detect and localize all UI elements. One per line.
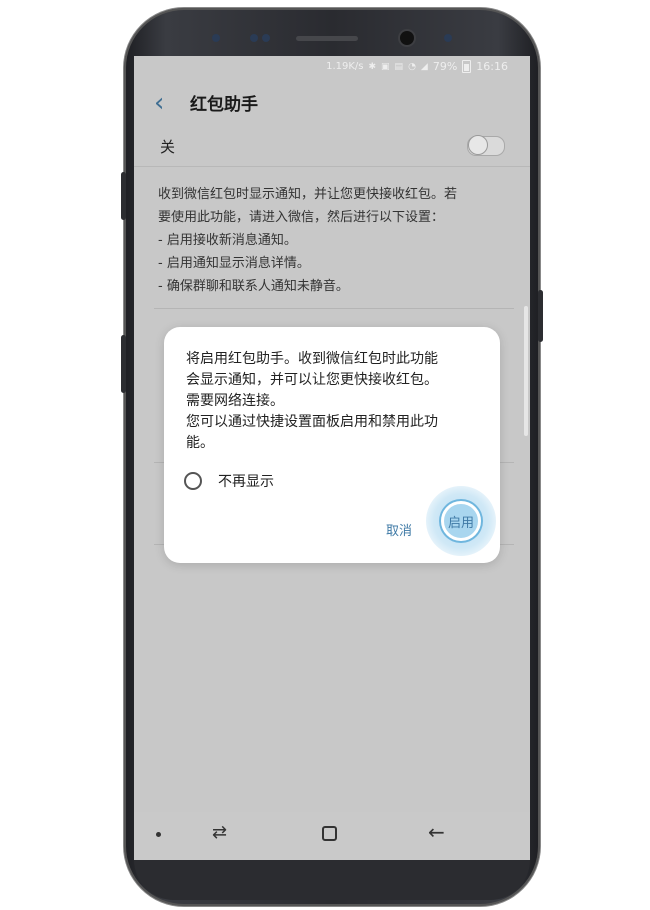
dont-show-again-label: 不再显示 — [218, 474, 274, 490]
dot-icon[interactable] — [156, 832, 161, 837]
power-button — [538, 290, 543, 342]
wifi-icon: ◔ — [408, 61, 416, 72]
radio-button[interactable] — [184, 472, 202, 490]
earpiece-speaker — [296, 36, 358, 41]
sensor-icon — [212, 34, 220, 42]
enable-button-label: 启用 — [447, 515, 474, 531]
sensor-icon — [262, 34, 270, 42]
sensor-icon — [250, 34, 258, 42]
home-icon[interactable] — [322, 826, 337, 841]
status-bar: 1.19K/s ✱ ▣ ▤ ◔ ◢ 79% 16:16 — [134, 56, 530, 80]
chevron-left-icon[interactable]: ‹ — [154, 90, 164, 116]
enable-confirmation-dialog: 将启用红包助手。收到微信红包时此功能 会显示通知，并可以让您更快接收红包。 需要… — [164, 327, 500, 563]
front-camera-icon — [400, 31, 414, 45]
scrollbar[interactable] — [524, 306, 528, 436]
description-line: - 确保群聊和联系人通知未静音。 — [158, 279, 349, 294]
dialog-line: 需要网络连接。 — [186, 393, 284, 409]
vibrate-icon: ▤ — [394, 61, 404, 72]
phone-screen: 1.19K/s ✱ ▣ ▤ ◔ ◢ 79% 16:16 ‹ 红包助手 关 收到微… — [134, 56, 530, 860]
bottom-bezel — [134, 860, 530, 900]
dont-show-again-option[interactable]: 不再显示 — [184, 469, 274, 493]
dialog-line: 将启用红包助手。收到微信红包时此功能 — [186, 351, 438, 367]
description-line: - 启用接收新消息通知。 — [158, 233, 297, 248]
battery-icon — [462, 60, 472, 73]
network-speed: 1.19K/s — [326, 61, 364, 72]
description-line: - 启用通知显示消息详情。 — [158, 256, 310, 271]
nfc-icon: ▣ — [381, 61, 390, 72]
sensor-icon — [444, 34, 452, 42]
dialog-line: 能。 — [186, 435, 214, 451]
switch-knob — [468, 135, 488, 155]
app-header: ‹ 红包助手 — [134, 84, 530, 128]
list-divider — [154, 308, 514, 309]
signal-icon: ◢ — [420, 61, 428, 72]
bixby-button — [121, 335, 126, 393]
dialog-line: 您可以通过快捷设置面板启用和禁用此功 — [186, 414, 438, 430]
cancel-button[interactable]: 取消 — [386, 520, 412, 539]
battery-percent: 79% — [432, 60, 458, 73]
dialog-message: 将启用红包助手。收到微信红包时此功能 会显示通知，并可以让您更快接收红包。 需要… — [186, 349, 482, 454]
master-toggle-row[interactable]: 关 — [134, 128, 530, 167]
description-line: 收到微信红包时显示通知，并让您更快接收红包。若 — [158, 187, 458, 202]
bluetooth-icon: ✱ — [368, 61, 377, 72]
feature-description: 收到微信红包时显示通知，并让您更快接收红包。若 要使用此功能，请进入微信，然后进… — [158, 183, 514, 298]
page-title: 红包助手 — [190, 95, 258, 115]
back-icon[interactable]: ← — [428, 820, 445, 844]
recent-apps-icon[interactable]: ⇄ — [212, 822, 227, 843]
volume-button — [121, 172, 126, 220]
enable-button[interactable]: 启用 — [441, 501, 481, 541]
master-switch[interactable] — [467, 135, 505, 156]
clock: 16:16 — [476, 60, 508, 73]
navigation-bar: ⇄ ← — [134, 812, 530, 860]
description-line: 要使用此功能，请进入微信，然后进行以下设置： — [158, 210, 445, 225]
toggle-state-label: 关 — [160, 138, 176, 156]
dialog-line: 会显示通知，并可以让您更快接收红包。 — [186, 372, 438, 388]
